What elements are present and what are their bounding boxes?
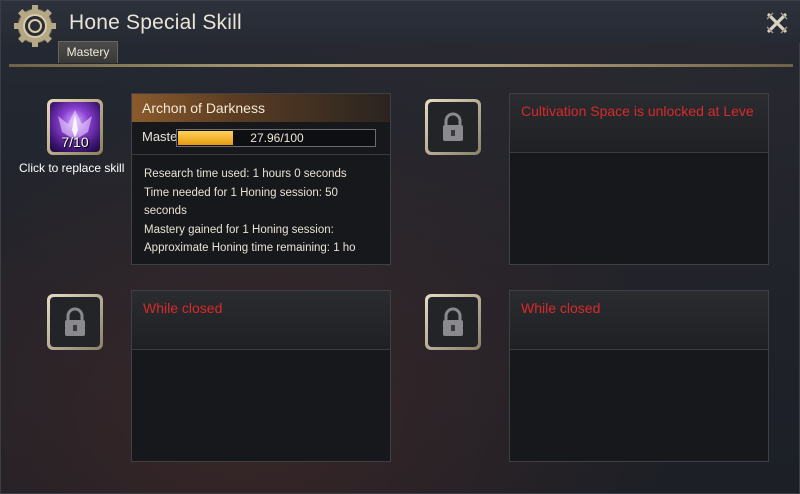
mastery-value: 27.96/100	[250, 131, 304, 145]
locked-slot-4[interactable]	[425, 294, 481, 350]
panel-header: While closed	[132, 291, 390, 350]
close-button[interactable]	[763, 9, 791, 37]
skill-panel-2: Cultivation Space is unlocked at Leve	[509, 93, 769, 265]
skill-name: Archon of Darkness	[132, 94, 390, 122]
closed-status: While closed	[143, 300, 223, 316]
research-info: Research time used: 1 hours 0 seconds Ti…	[144, 165, 380, 258]
closed-status: While closed	[521, 300, 601, 316]
info-line: Approximate Honing time remaining: 1 ho	[144, 242, 356, 254]
hone-special-skill-window: Hone Special Skill Mastery 7/10 Click to…	[0, 0, 800, 494]
skill-slot-icon[interactable]: 7/10	[47, 99, 103, 155]
info-line: Research time used: 1 hours 0 seconds	[144, 168, 347, 180]
mastery-label: Maste	[142, 129, 176, 144]
gear-icon	[13, 4, 57, 48]
winged-skill-icon: 7/10	[50, 102, 100, 152]
info-line: Mastery gained for 1 Honing session:	[144, 223, 334, 236]
close-icon	[766, 12, 788, 34]
skill-panel-3: While closed	[131, 290, 391, 462]
panel-divider	[132, 154, 390, 155]
info-line: seconds	[144, 205, 187, 217]
unlock-status: Cultivation Space is unlocked at Leve	[521, 103, 754, 119]
lock-icon	[443, 307, 463, 336]
tab-mastery[interactable]: Mastery	[58, 41, 118, 63]
panel-header: While closed	[510, 291, 768, 350]
window-title: Hone Special Skill	[69, 11, 242, 34]
mastery-row: Maste 27.96/100	[142, 129, 382, 147]
lock-icon	[65, 307, 85, 336]
skill-level-badge: 7/10	[61, 134, 89, 150]
panel-header: Cultivation Space is unlocked at Leve	[510, 94, 768, 153]
lock-icon	[443, 112, 463, 141]
locked-slot-3[interactable]	[47, 294, 103, 350]
title-bar: Hone Special Skill	[1, 1, 800, 47]
skill-panel-1: Archon of Darkness Maste 27.96/100 Resea…	[131, 93, 391, 265]
divider	[9, 64, 793, 67]
info-line: Time needed for 1 Honing session: 50	[144, 186, 338, 199]
replace-skill-caption[interactable]: Click to replace skill	[19, 161, 124, 175]
locked-slot-2[interactable]	[425, 99, 481, 155]
skill-panel-4: While closed	[509, 290, 769, 462]
mastery-progress-bar: 27.96/100	[176, 129, 376, 147]
